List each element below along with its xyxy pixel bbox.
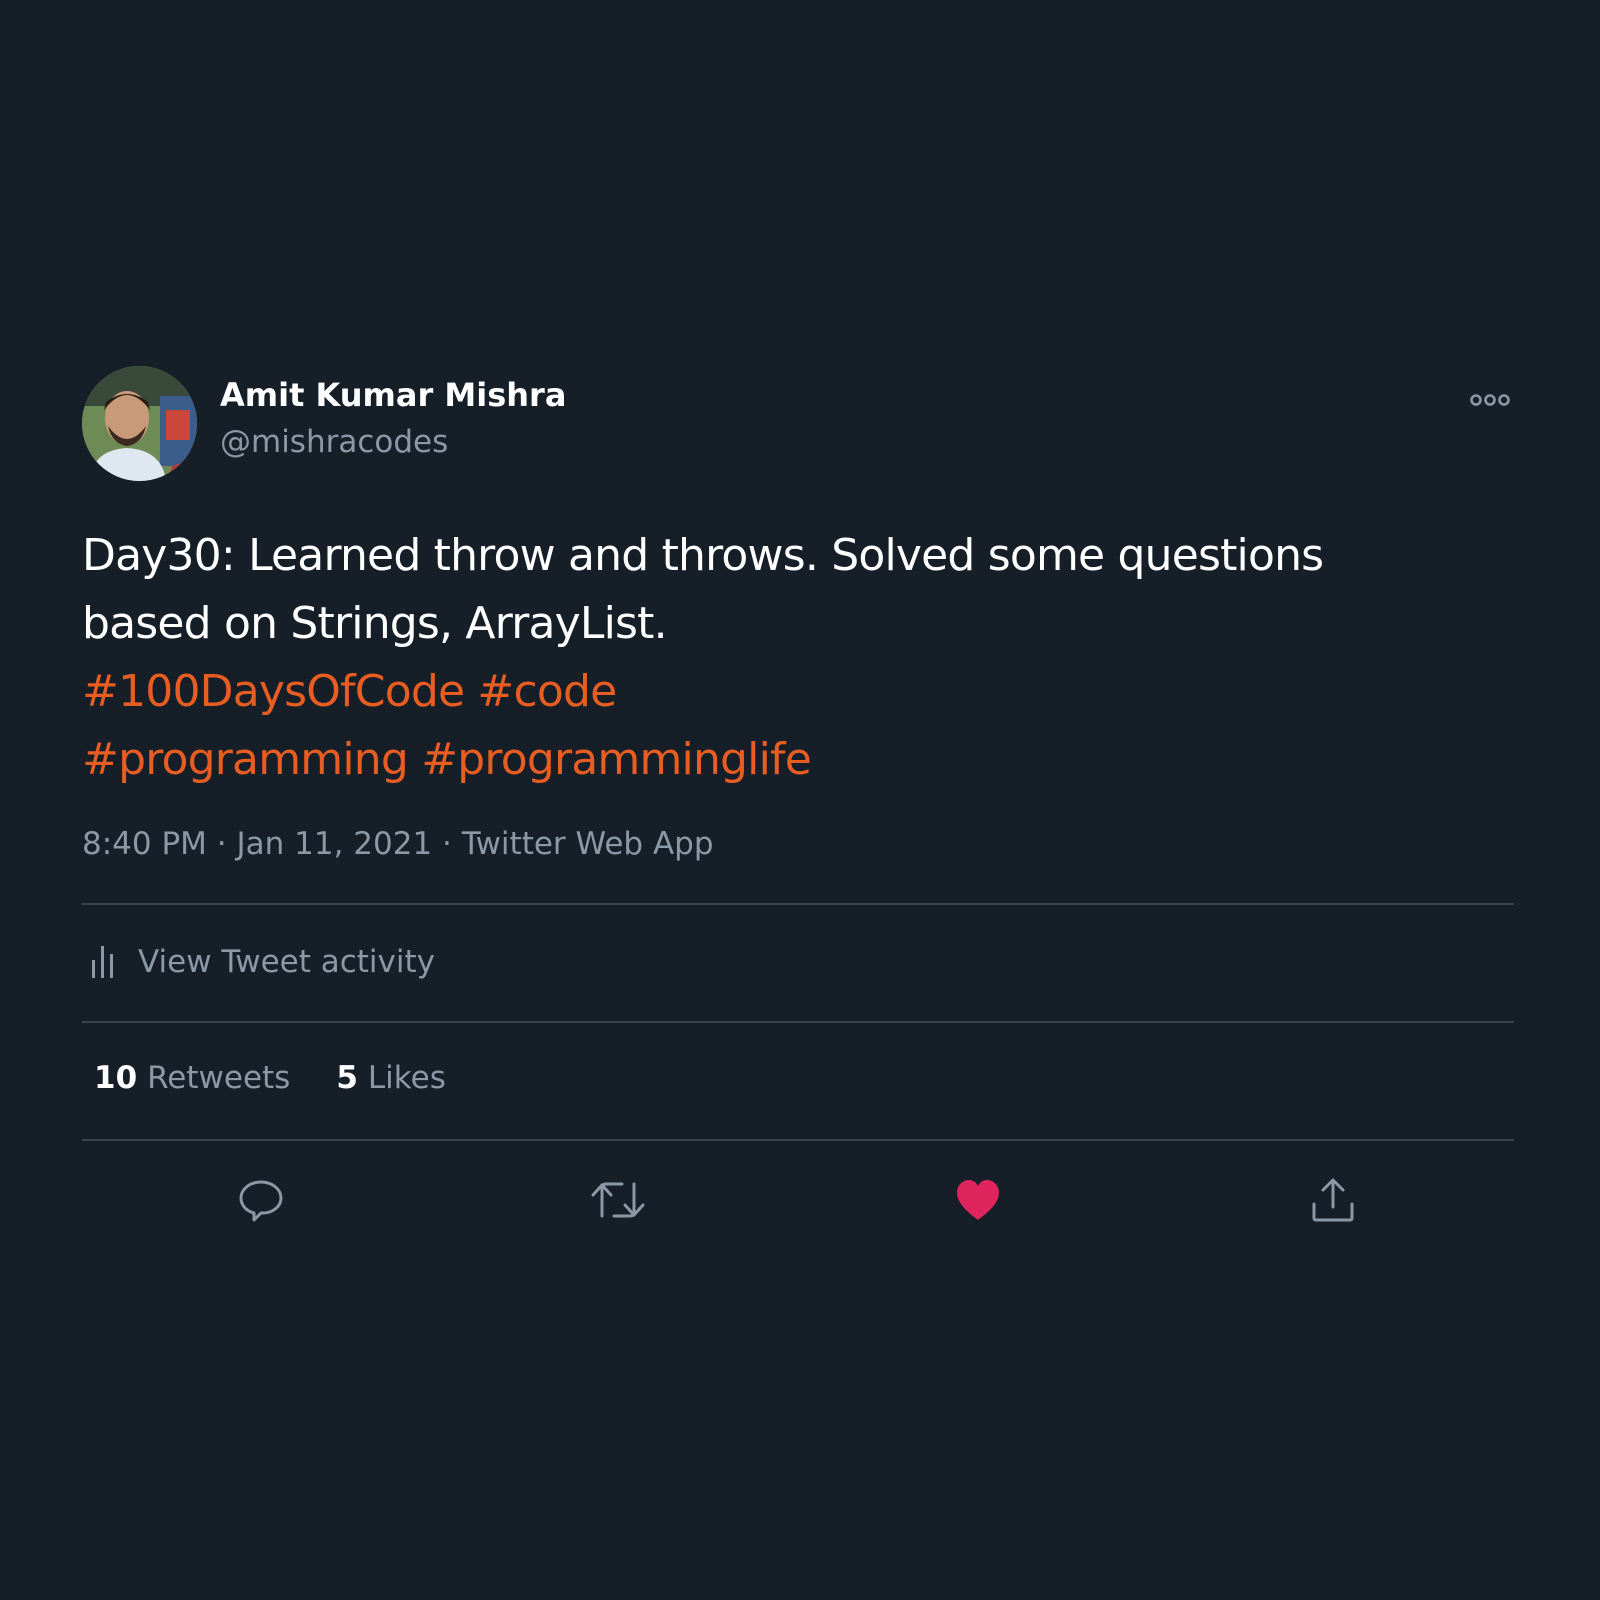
retweet-button[interactable] xyxy=(590,1172,646,1228)
like-button[interactable] xyxy=(950,1172,1006,1228)
author-display-name[interactable]: Amit Kumar Mishra xyxy=(220,376,566,414)
tweet-source[interactable]: Twitter Web App xyxy=(462,826,714,862)
retweet-icon xyxy=(591,1182,645,1218)
meta-separator: · xyxy=(216,826,227,862)
likes-stat[interactable]: 5 Likes xyxy=(336,1060,446,1096)
tweet-text-line: Day30: Learned throw and throws. Solved … xyxy=(82,530,1324,581)
tweet-stats: 10 Retweets 5 Likes xyxy=(94,1060,446,1096)
view-tweet-activity-link[interactable]: View Tweet activity xyxy=(90,942,435,982)
meta-separator: · xyxy=(442,826,452,862)
like-icon xyxy=(957,1180,999,1220)
share-button[interactable] xyxy=(1305,1172,1361,1228)
reply-button[interactable] xyxy=(233,1172,289,1228)
hashtag-link[interactable]: #programminglife xyxy=(421,734,812,785)
share-icon xyxy=(1312,1178,1354,1222)
hashtag-link[interactable]: #100DaysOfCode xyxy=(82,666,465,717)
divider xyxy=(82,1139,1514,1141)
retweets-stat[interactable]: 10 Retweets xyxy=(94,1060,290,1096)
likes-label: Likes xyxy=(367,1060,446,1096)
more-icon xyxy=(1470,394,1510,406)
retweets-label: Retweets xyxy=(147,1060,291,1096)
tweet-date[interactable]: Jan 11, 2021 xyxy=(237,826,433,862)
retweets-count: 10 xyxy=(94,1060,138,1096)
hashtag-link[interactable]: #programming xyxy=(82,734,409,785)
tweet-text-line: based on Strings, ArrayList. xyxy=(82,598,668,649)
hashtag-line: #100DaysOfCode #code xyxy=(82,658,1522,726)
more-options-button[interactable] xyxy=(1468,386,1512,414)
avatar[interactable] xyxy=(82,366,197,481)
view-tweet-activity-label: View Tweet activity xyxy=(138,944,435,980)
likes-count: 5 xyxy=(336,1060,358,1096)
reply-icon xyxy=(239,1180,283,1222)
hashtag-link[interactable]: #code xyxy=(477,666,617,717)
author-handle[interactable]: @mishracodes xyxy=(220,424,448,460)
tweet-text: Day30: Learned throw and throws. Solved … xyxy=(82,522,1522,794)
divider xyxy=(82,903,1514,905)
divider xyxy=(82,1021,1514,1023)
avatar-photo xyxy=(82,366,197,481)
hashtag-line: #programming #programminglife xyxy=(82,726,1522,794)
tweet-time[interactable]: 8:40 PM xyxy=(82,826,207,862)
bar-chart-icon xyxy=(92,946,113,978)
tweet-meta: 8:40 PM · Jan 11, 2021 · Twitter Web App xyxy=(82,826,714,862)
